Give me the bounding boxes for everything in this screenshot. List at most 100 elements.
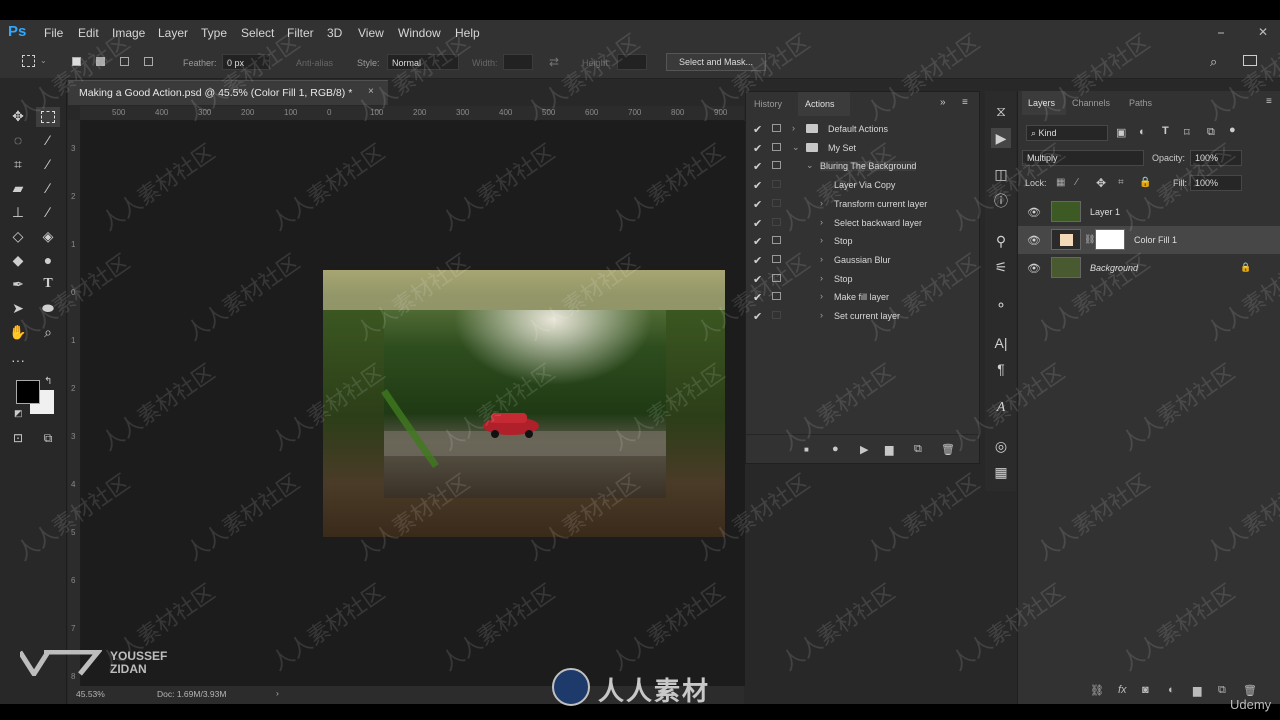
move-tool-icon[interactable]: ✥ — [8, 106, 28, 126]
zoom-level[interactable]: 45.53% — [76, 689, 105, 699]
visibility-eye-icon[interactable]: 👁 — [1027, 262, 1041, 275]
action-set-row[interactable]: ✔ › Default Actions — [746, 120, 979, 138]
play-button[interactable]: ▶ — [860, 443, 868, 456]
fill-thumbnail[interactable] — [1051, 229, 1081, 250]
screen-mode-icon[interactable]: ⧉ — [38, 428, 58, 448]
eyedropper-tool-icon[interactable]: ⁄ — [38, 154, 58, 174]
add-selection-icon[interactable] — [96, 57, 105, 66]
layer-row[interactable]: 👁 ⛓ Color Fill 1 — [1018, 226, 1280, 254]
info-icon[interactable]: ⓘ — [991, 191, 1011, 211]
clone-source-icon[interactable]: ⚬ — [991, 295, 1011, 315]
menu-select[interactable]: Select — [241, 26, 274, 40]
swap-icon[interactable]: ⇄ — [549, 55, 559, 69]
3d-icon[interactable]: ◎ — [991, 436, 1011, 456]
action-row[interactable]: ✔ ⌄ Bluring The Background — [746, 157, 979, 175]
record-button[interactable]: ● — [832, 443, 839, 455]
toggle-item-check-icon[interactable]: ✔ — [753, 254, 762, 267]
action-step-row[interactable]: ✔ › Make fill layer — [746, 288, 979, 306]
clone-stamp-tool-icon[interactable]: ⊥ — [8, 202, 28, 222]
fill-input[interactable]: 100% — [1190, 175, 1242, 191]
tab-layers[interactable]: Layers — [1028, 98, 1055, 108]
history-brush-tool-icon[interactable]: ∕ — [38, 202, 58, 222]
lock-transparent-icon[interactable]: ▦ — [1056, 177, 1065, 188]
stop-button[interactable]: ■ — [804, 445, 809, 454]
expand-right-icon[interactable]: › — [792, 123, 795, 133]
path-selection-tool-icon[interactable]: ➤ — [8, 298, 28, 318]
brush-settings-icon[interactable]: ⚲ — [991, 231, 1011, 251]
toggle-item-check-icon[interactable]: ✔ — [753, 235, 762, 248]
type-tool-icon[interactable]: T — [38, 274, 58, 294]
toggle-dialog-icon[interactable] — [772, 217, 781, 226]
filter-kind-select[interactable]: ⌕ Kind — [1026, 125, 1108, 141]
toggle-item-check-icon[interactable]: ✔ — [753, 310, 762, 323]
expand-right-icon[interactable]: › — [820, 254, 823, 264]
blend-mode-select[interactable]: Multiply — [1022, 150, 1144, 166]
toggle-dialog-icon[interactable] — [772, 273, 781, 282]
menu-filter[interactable]: Filter — [287, 26, 314, 40]
marquee-preset-icon[interactable] — [22, 55, 35, 67]
dodge-tool-icon[interactable]: ● — [38, 250, 58, 270]
fx-icon[interactable]: fx — [1118, 684, 1127, 696]
lock-position-icon[interactable]: ✥ — [1096, 176, 1106, 190]
menu-help[interactable]: Help — [455, 26, 480, 40]
adjustments-panel-icon[interactable]: ◫ — [991, 164, 1011, 184]
menu-type[interactable]: Type — [201, 26, 227, 40]
glyphs-icon[interactable]: A — [991, 398, 1011, 418]
toggle-dialog-icon[interactable] — [772, 180, 781, 189]
foreground-color-swatch[interactable] — [16, 380, 40, 404]
visibility-eye-icon[interactable]: 👁 — [1027, 206, 1041, 219]
visibility-eye-icon[interactable]: 👁 — [1027, 234, 1041, 247]
layers-menu-icon[interactable]: ≡ — [1266, 96, 1272, 107]
new-selection-icon[interactable] — [72, 57, 81, 66]
pen-tool-icon[interactable]: ✒ — [8, 274, 28, 294]
status-menu-icon[interactable]: › — [276, 688, 279, 698]
grid-icon[interactable]: ▦ — [991, 462, 1011, 482]
delete-layer-icon[interactable]: 🗑 — [1243, 684, 1257, 697]
intersect-selection-icon[interactable] — [144, 57, 153, 66]
new-set-icon[interactable]: ▆ — [885, 443, 893, 456]
search-icon[interactable]: ⌕ — [1210, 54, 1217, 70]
menu-3d[interactable]: 3D — [327, 26, 342, 40]
actions-panel-icon[interactable]: ▶ — [991, 128, 1011, 148]
layer-row[interactable]: 👁 Background 🔒 — [1018, 254, 1280, 282]
action-step-row[interactable]: ✔ › Transform current layer — [746, 195, 979, 213]
height-input[interactable] — [617, 54, 647, 70]
link-icon[interactable]: ⛓ — [1084, 234, 1095, 245]
toggle-dialog-icon[interactable] — [772, 311, 781, 319]
toggle-item-check-icon[interactable]: ✔ — [753, 160, 762, 173]
workspace-icon[interactable] — [1243, 55, 1257, 66]
menu-layer[interactable]: Layer — [158, 26, 188, 40]
menu-edit[interactable]: Edit — [78, 26, 99, 40]
select-and-mask-button[interactable]: Select and Mask... — [666, 53, 766, 71]
close-tab-icon[interactable]: × — [368, 86, 374, 97]
lock-all-icon[interactable]: 🔒 — [1139, 177, 1151, 188]
collapse-icon[interactable]: » — [940, 97, 946, 108]
minimize-icon[interactable]: ⎯ — [1218, 25, 1224, 40]
toggle-item-check-icon[interactable]: ✔ — [753, 179, 762, 192]
filter-smart-object-icon[interactable]: ⧉ — [1207, 126, 1215, 139]
lock-pixels-icon[interactable]: ∕ — [1076, 177, 1078, 188]
zoom-tool-icon[interactable]: ⌕ — [38, 322, 58, 342]
feather-input[interactable]: 0 px — [222, 54, 270, 70]
add-mask-icon[interactable]: ◙ — [1142, 684, 1149, 696]
layer-name[interactable]: Layer 1 — [1090, 207, 1120, 217]
crop-tool-icon[interactable]: ⌗ — [8, 154, 28, 174]
toggle-dialog-icon[interactable] — [772, 198, 781, 207]
toggle-item-check-icon[interactable]: ✔ — [753, 142, 762, 155]
menu-view[interactable]: View — [358, 26, 384, 40]
swap-colors-icon[interactable]: ↰ — [44, 376, 52, 387]
eraser-tool-icon[interactable]: ◇ — [8, 226, 28, 246]
character-icon[interactable]: A| — [991, 333, 1011, 353]
expand-down-icon[interactable]: ⌄ — [806, 160, 814, 171]
new-adjustment-icon[interactable]: ◐ — [1168, 684, 1175, 696]
new-layer-icon[interactable]: ⧉ — [1218, 684, 1226, 697]
toggle-item-check-icon[interactable]: ✔ — [753, 217, 762, 230]
tab-paths[interactable]: Paths — [1129, 98, 1152, 108]
menu-window[interactable]: Window — [398, 26, 441, 40]
action-step-row[interactable]: ✔ › Set current layer — [746, 307, 979, 325]
filter-pixel-icon[interactable]: ▣ — [1116, 126, 1126, 139]
action-step-row[interactable]: ✔ › Gaussian Blur — [746, 251, 979, 269]
tab-history[interactable]: History — [754, 99, 782, 109]
expand-right-icon[interactable]: › — [820, 291, 823, 301]
canvas-area[interactable] — [81, 121, 745, 686]
